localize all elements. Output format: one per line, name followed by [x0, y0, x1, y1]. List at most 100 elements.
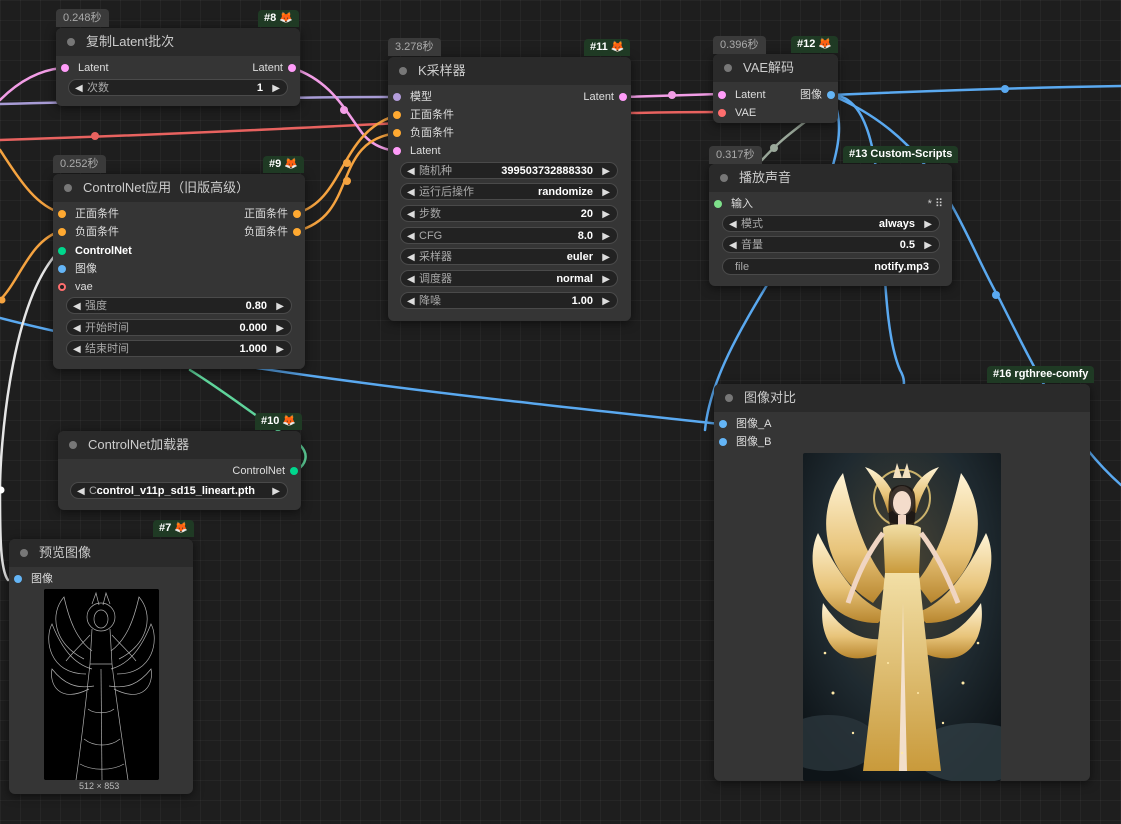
collapse-dot-icon[interactable] — [67, 38, 75, 46]
collapse-dot-icon[interactable] — [64, 184, 72, 192]
slot-dot-icon[interactable] — [58, 265, 66, 273]
input-slot-any[interactable]: 输入 — [714, 197, 753, 211]
collapse-dot-icon[interactable] — [399, 67, 407, 75]
slot-dot-icon[interactable] — [293, 210, 301, 218]
arrow-right-icon[interactable]: ▶ — [924, 237, 932, 254]
arrow-left-icon[interactable]: ◀ — [407, 228, 415, 245]
arrow-right-icon[interactable]: ▶ — [602, 228, 610, 245]
collapse-dot-icon[interactable] — [69, 441, 77, 449]
widget-seed[interactable]: ◀ 随机种 399503732888330 ▶ — [400, 162, 618, 179]
arrow-right-icon[interactable]: ▶ — [924, 216, 932, 233]
widget-file[interactable]: file notify.mp3 — [722, 258, 940, 275]
widget-steps[interactable]: ◀ 步数 20 ▶ — [400, 205, 618, 222]
node-title-bar[interactable]: ControlNet应用（旧版高级） — [53, 174, 305, 202]
compare-image[interactable] — [803, 453, 1001, 781]
node-title-bar[interactable]: 预览图像 — [9, 539, 193, 567]
collapse-dot-icon[interactable] — [720, 174, 728, 182]
arrow-left-icon[interactable]: ◀ — [75, 80, 83, 97]
preview-image[interactable] — [44, 589, 159, 780]
arrow-right-icon[interactable]: ▶ — [602, 293, 610, 310]
widget-end-percent[interactable]: ◀ 结束时间 1.000 ▶ — [66, 340, 292, 357]
slot-dot-icon[interactable] — [719, 420, 727, 428]
slot-dot-icon[interactable] — [619, 93, 627, 101]
node-vae-decode[interactable]: VAE解码 Latent VAE 图像 — [713, 54, 838, 123]
slot-dot-icon[interactable] — [14, 575, 22, 583]
slot-dot-icon[interactable] — [393, 129, 401, 137]
node-title-bar[interactable]: 复制Latent批次 — [56, 28, 300, 56]
slot-dot-icon[interactable] — [58, 283, 66, 291]
input-slot-latent[interactable]: Latent — [61, 61, 109, 75]
output-slot-positive[interactable]: 正面条件 — [244, 207, 301, 221]
arrow-right-icon[interactable]: ▶ — [602, 163, 610, 180]
input-slot-image-b[interactable]: 图像_B — [719, 435, 771, 449]
input-slot-positive[interactable]: 正面条件 — [58, 207, 119, 221]
arrow-left-icon[interactable]: ◀ — [407, 184, 415, 201]
widget-start-percent[interactable]: ◀ 开始时间 0.000 ▶ — [66, 319, 292, 336]
input-slot-negative[interactable]: 负面条件 — [393, 126, 454, 140]
slot-dot-icon[interactable] — [393, 111, 401, 119]
widget-cfg[interactable]: ◀ CFG 8.0 ▶ — [400, 227, 618, 244]
arrow-left-icon[interactable]: ◀ — [729, 237, 737, 254]
collapse-dot-icon[interactable] — [724, 64, 732, 72]
arrow-left-icon[interactable]: ◀ — [407, 293, 415, 310]
output-slot-controlnet[interactable]: ControlNet — [232, 464, 298, 478]
arrow-left-icon[interactable]: ◀ — [73, 341, 81, 358]
node-preview-image[interactable]: 预览图像 图像 512 × 853 — [9, 539, 193, 794]
node-ksampler[interactable]: K采样器 模型 正面条件 负面条件 Latent Latent ◀ 随机种 3995… — [388, 57, 631, 321]
widget-sampler[interactable]: ◀ 采样器 euler ▶ — [400, 248, 618, 265]
node-duplicate-latent[interactable]: 复制Latent批次 Latent Latent ◀ 次数 1 ▶ — [56, 28, 300, 106]
arrow-left-icon[interactable]: ◀ — [729, 216, 737, 233]
arrow-right-icon[interactable]: ▶ — [276, 341, 284, 358]
slot-dot-icon[interactable] — [719, 438, 727, 446]
node-controlnet-loader[interactable]: ControlNet加载器 ControlNet ◀ C ... control… — [58, 431, 301, 510]
arrow-right-icon[interactable]: ▶ — [602, 184, 610, 201]
arrow-right-icon[interactable]: ▶ — [602, 271, 610, 288]
slot-dot-icon[interactable] — [393, 147, 401, 155]
widget-volume[interactable]: ◀ 音量 0.5 ▶ — [722, 236, 940, 253]
collapse-dot-icon[interactable] — [20, 549, 28, 557]
output-slot-image[interactable]: 图像 — [800, 88, 835, 102]
widget-mode[interactable]: ◀ 模式 always ▶ — [722, 215, 940, 232]
node-controlnet-apply[interactable]: ControlNet应用（旧版高级） 正面条件 负面条件 ControlNet … — [53, 174, 305, 369]
arrow-left-icon[interactable]: ◀ — [73, 320, 81, 337]
arrow-left-icon[interactable]: ◀ — [407, 249, 415, 266]
input-slot-positive[interactable]: 正面条件 — [393, 108, 454, 122]
slot-dot-icon[interactable] — [58, 228, 66, 236]
node-play-sound[interactable]: 播放声音 输入 * ⠿ ◀ 模式 always ▶ ◀ 音量 0.5 ▶ file notif… — [709, 164, 952, 286]
input-slot-image[interactable]: 图像 — [58, 262, 97, 276]
slot-dot-icon[interactable] — [290, 467, 298, 475]
arrow-right-icon[interactable]: ▶ — [602, 206, 610, 223]
node-title-bar[interactable]: 图像对比 — [714, 384, 1090, 412]
widget-control-after-generate[interactable]: ◀ 运行后操作 randomize ▶ — [400, 183, 618, 200]
widget-denoise[interactable]: ◀ 降噪 1.00 ▶ — [400, 292, 618, 309]
input-slot-negative[interactable]: 负面条件 — [58, 225, 119, 239]
node-title-bar[interactable]: VAE解码 — [713, 54, 838, 82]
arrow-left-icon[interactable]: ◀ — [407, 271, 415, 288]
output-slot-latent[interactable]: Latent — [252, 61, 296, 75]
output-slot-negative[interactable]: 负面条件 — [244, 225, 301, 239]
slot-dot-icon[interactable] — [393, 93, 401, 101]
output-slot-latent[interactable]: Latent — [583, 90, 627, 104]
slot-dot-icon[interactable] — [714, 200, 722, 208]
widget-strength[interactable]: ◀ 强度 0.80 ▶ — [66, 297, 292, 314]
collapse-dot-icon[interactable] — [725, 394, 733, 402]
widget-controlnet-name[interactable]: ◀ C ... control_v11p_sd15_lineart.pth ▶ — [70, 482, 288, 499]
slot-dot-icon[interactable] — [293, 228, 301, 236]
arrow-left-icon[interactable]: ◀ — [407, 163, 415, 180]
widget-scheduler[interactable]: ◀ 调度器 normal ▶ — [400, 270, 618, 287]
input-slot-latent[interactable]: Latent — [718, 88, 766, 102]
output-slot-any[interactable]: * ⠿ — [928, 197, 943, 210]
node-title-bar[interactable]: 播放声音 — [709, 164, 952, 192]
slot-dot-icon[interactable] — [58, 210, 66, 218]
input-slot-vae[interactable]: VAE — [718, 106, 756, 120]
slot-dot-icon[interactable] — [58, 247, 66, 255]
arrow-right-icon[interactable]: ▶ — [276, 320, 284, 337]
slot-dot-icon[interactable] — [827, 91, 835, 99]
arrow-right-icon[interactable]: ▶ — [276, 298, 284, 315]
arrow-left-icon[interactable]: ◀ — [77, 483, 85, 500]
arrow-right-icon[interactable]: ▶ — [272, 80, 280, 97]
input-slot-latent[interactable]: Latent — [393, 144, 441, 158]
slot-dot-icon[interactable] — [61, 64, 69, 72]
input-slot-controlnet[interactable]: ControlNet — [58, 244, 132, 258]
node-title-bar[interactable]: K采样器 — [388, 57, 631, 85]
